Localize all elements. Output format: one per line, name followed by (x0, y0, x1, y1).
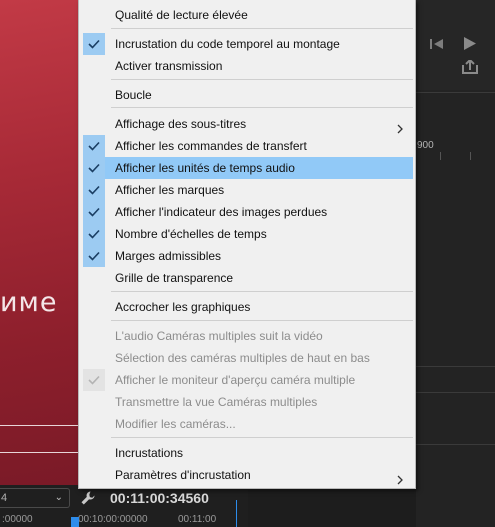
menu-separator (111, 437, 413, 438)
checkmark-icon (83, 135, 105, 157)
menu-item-label: Accrocher les graphiques (115, 300, 251, 314)
menu-item-label: Afficher l'indicateur des images perdues (115, 205, 328, 219)
preview-guide-line (0, 425, 78, 426)
menu-item-label: Sélection des caméras multiples de haut … (115, 351, 370, 365)
chevron-down-icon: ⌄ (54, 492, 63, 503)
step-back-icon[interactable] (430, 38, 444, 50)
menu-item-label: Afficher les commandes de transfert (115, 139, 307, 153)
menu-item-label: Afficher les unités de temps audio (115, 161, 295, 175)
checkmark-icon (83, 33, 105, 55)
menu-item-label: Incrustations (115, 446, 184, 460)
menu-item-label: Marges admissibles (115, 249, 222, 263)
menu-item-label: Incrustation du code temporel au montage (115, 37, 340, 51)
menu-item-afficher-les-commandes-de-transfert[interactable]: Afficher les commandes de transfert (83, 135, 413, 157)
checkmark-icon (83, 201, 105, 223)
menu-item-label: Modifier les caméras... (115, 417, 236, 431)
track-divider (416, 444, 495, 445)
menu-item-label: Afficher le moniteur d'aperçu caméra mul… (115, 373, 356, 387)
menu-separator (111, 107, 413, 108)
zoom-level-value: 4 (1, 492, 8, 504)
menu-item-marges-admissibles[interactable]: Marges admissibles (83, 245, 413, 267)
menu-item-afficher-l-indicateur-des-images-perdues[interactable]: Afficher l'indicateur des images perdues (83, 201, 413, 223)
timeline-playhead-line (236, 500, 237, 527)
menu-item-transmettre-la-vue-cameras-multiples: Transmettre la vue Caméras multiples (83, 391, 413, 413)
menu-item-afficher-le-moniteur-d-apercu-camera-mul: Afficher le moniteur d'aperçu caméra mul… (83, 369, 413, 391)
menu-item-accrocher-les-graphiques[interactable]: Accrocher les graphiques (83, 296, 413, 318)
playhead-timecode[interactable]: 00:11:00:34560 (110, 490, 209, 506)
zoom-level-select[interactable]: 4 ⌄ (0, 488, 70, 508)
menu-item-incrustations[interactable]: Incrustations (83, 442, 413, 464)
menu-item-label: Afficher les marques (115, 183, 225, 197)
program-monitor-preview: име (0, 0, 78, 485)
menu-item-affichage-des-sous-titres[interactable]: Affichage des sous-titres (83, 113, 413, 135)
menu-item-parametres-d-incrustation[interactable]: Paramètres d'incrustation (83, 464, 413, 486)
menu-item-selection-des-cameras-multiples-de-haut-: Sélection des caméras multiples de haut … (83, 347, 413, 369)
preview-guide-line (0, 452, 78, 453)
menu-item-activer-transmission[interactable]: Activer transmission (83, 55, 413, 77)
wrench-icon[interactable] (80, 490, 96, 506)
export-frame-icon[interactable] (462, 60, 478, 74)
menu-item-incrustation-du-code-temporel-au-montage[interactable]: Incrustation du code temporel au montage (83, 33, 413, 55)
ruler-timecode-label: 00:10:00:00000 (78, 514, 148, 525)
menu-item-label: Nombre d'échelles de temps (115, 227, 267, 241)
menu-item-label: Boucle (115, 88, 152, 102)
menu-item-afficher-les-unites-de-temps-audio[interactable]: Afficher les unités de temps audio (83, 157, 413, 179)
menu-separator (111, 291, 413, 292)
ruler-timecode-label: 00:11:00 (178, 514, 217, 525)
timeline-ruler-label: 900 (417, 140, 434, 151)
play-icon[interactable] (464, 37, 476, 50)
playhead-marker[interactable] (71, 517, 79, 527)
panel-divider (416, 92, 495, 93)
chevron-right-icon (397, 470, 403, 492)
ruler-tick (470, 152, 471, 160)
menu-item-boucle[interactable]: Boucle (83, 84, 413, 106)
menu-separator (111, 320, 413, 321)
track-divider (416, 392, 495, 393)
monitor-settings-menu: Qualité de lecture élevée Incrustation du… (78, 0, 416, 489)
ruler-timecode-label: :00000 (2, 514, 33, 525)
menu-item-label: Grille de transparence (115, 271, 234, 285)
transport-controls (416, 0, 495, 90)
menu-item-label: Paramètres d'incrustation (115, 468, 251, 482)
checkmark-icon (83, 223, 105, 245)
menu-item-modifier-les-cameras: Modifier les caméras... (83, 413, 413, 435)
menu-item-grille-de-transparence[interactable]: Grille de transparence (83, 267, 413, 289)
preview-caption-text: име (0, 287, 58, 318)
menu-item-label: Activer transmission (115, 59, 223, 73)
menu-item-afficher-les-marques[interactable]: Afficher les marques (83, 179, 413, 201)
menu-item-qualite-de-lecture-elevee[interactable]: Qualité de lecture élevée (83, 4, 413, 26)
menu-item-label: Affichage des sous-titres (115, 117, 247, 131)
checkmark-icon (83, 179, 105, 201)
checkmark-icon (83, 245, 105, 267)
track-divider (416, 366, 495, 367)
menu-item-l-audio-cameras-multiples-suit-la-video: L'audio Caméras multiples suit la vidéo (83, 325, 413, 347)
menu-separator (111, 28, 413, 29)
menu-item-label: Qualité de lecture élevée (115, 8, 248, 22)
ruler-tick (440, 152, 441, 160)
menu-item-nombre-d-echelles-de-temps[interactable]: Nombre d'échelles de temps (83, 223, 413, 245)
checkmark-icon (83, 157, 105, 179)
menu-item-label: L'audio Caméras multiples suit la vidéo (115, 329, 323, 343)
checkmark-icon (83, 369, 105, 391)
menu-separator (111, 79, 413, 80)
menu-item-label: Transmettre la vue Caméras multiples (115, 395, 318, 409)
